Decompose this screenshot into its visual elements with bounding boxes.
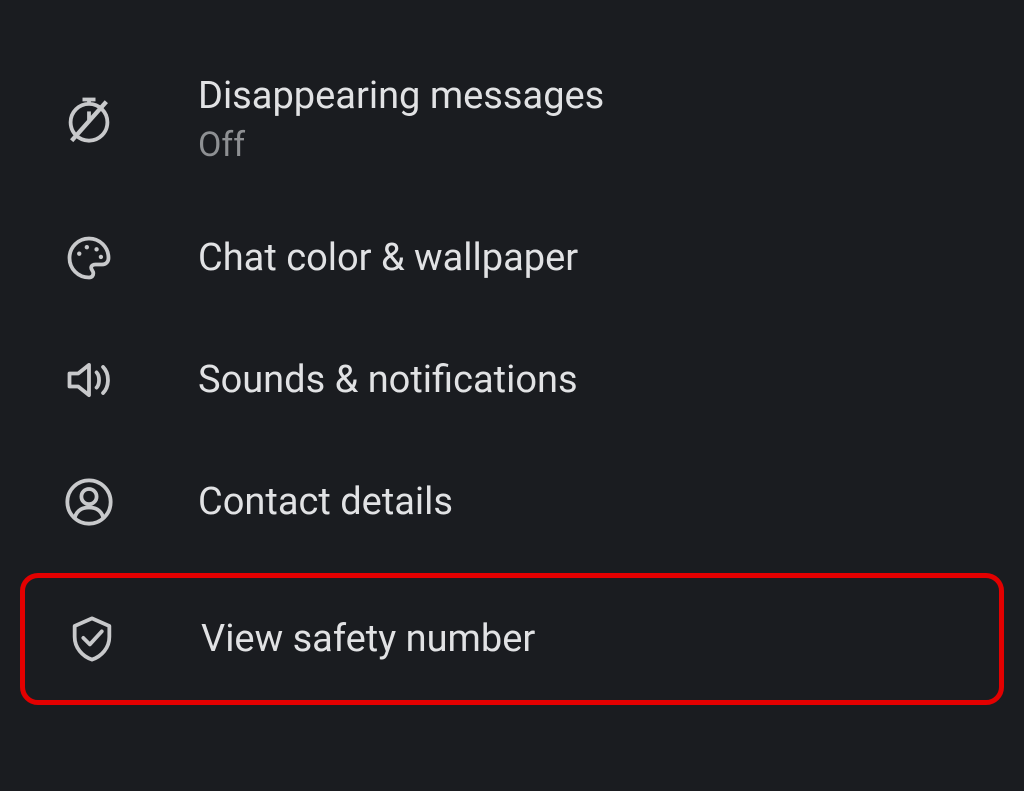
item-title: Disappearing messages — [198, 72, 604, 121]
item-text: Disappearing messages Off — [198, 72, 604, 165]
item-title: Chat color & wallpaper — [198, 234, 578, 283]
item-text: View safety number — [201, 615, 535, 664]
palette-icon — [60, 229, 118, 287]
settings-item-view-safety-number[interactable]: View safety number — [20, 573, 1004, 705]
settings-item-disappearing-messages[interactable]: Disappearing messages Off — [0, 40, 1024, 197]
item-text: Contact details — [198, 478, 453, 527]
item-subtitle: Off — [198, 125, 604, 165]
speaker-icon — [60, 351, 118, 409]
settings-list: Disappearing messages Off Chat color & w… — [0, 0, 1024, 705]
item-title: Contact details — [198, 478, 453, 527]
timer-off-icon — [60, 90, 118, 148]
item-title: View safety number — [201, 615, 535, 664]
person-circle-icon — [60, 473, 118, 531]
item-title: Sounds & notifications — [198, 356, 578, 405]
shield-check-icon — [63, 610, 121, 668]
item-text: Chat color & wallpaper — [198, 234, 578, 283]
settings-item-chat-color[interactable]: Chat color & wallpaper — [0, 197, 1024, 319]
item-text: Sounds & notifications — [198, 356, 578, 405]
settings-item-sounds-notifications[interactable]: Sounds & notifications — [0, 319, 1024, 441]
settings-item-contact-details[interactable]: Contact details — [0, 441, 1024, 563]
